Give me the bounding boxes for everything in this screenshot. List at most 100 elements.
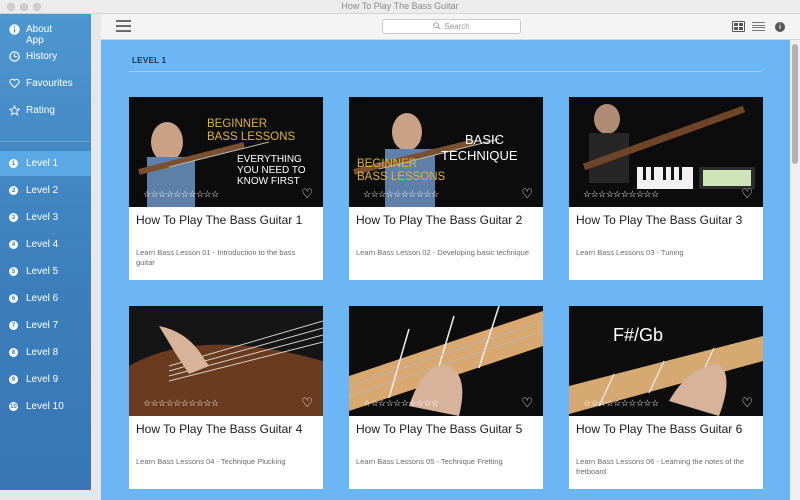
sidebar-item-level-9[interactable]: 9 Level 9 — [0, 367, 91, 392]
card-description: Learn Bass Lessons 04 - Technique Plucki… — [136, 457, 286, 466]
card-description: Learn Bass Lessons 06 - Learning the not… — [576, 457, 745, 476]
main-content: LEVEL 1 BEGINNER BASS LESSONS EVERYTHING… — [101, 40, 790, 500]
sidebar-item-level-6[interactable]: 6 Level 6 — [0, 286, 91, 311]
card-description: Learn Bass Lesson 02 - Developing basic … — [356, 248, 530, 257]
lesson-card-2[interactable]: BASIC TECHNIQUE BEGINNER BASS LESSONS ☆☆… — [349, 97, 543, 280]
sidebar-item-level-3[interactable]: 3 Level 3 — [0, 205, 91, 230]
favourite-heart-icon[interactable]: ♡ — [521, 395, 533, 411]
sidebar-item-label: Level 2 — [26, 185, 59, 196]
app-window: How To Play The Bass Guitar About App Hi… — [0, 0, 800, 500]
rating-stars[interactable]: ☆☆☆☆☆☆☆☆☆☆ — [363, 398, 439, 409]
sidebar-item-label: Level 5 — [26, 266, 59, 277]
sidebar-item-level-2[interactable]: 2 Level 2 — [0, 178, 91, 203]
sidebar-item-history[interactable]: History — [0, 49, 91, 75]
card-title: How To Play The Bass Guitar 6 — [576, 422, 743, 436]
rating-stars[interactable]: ☆☆☆☆☆☆☆☆☆☆ — [583, 398, 659, 409]
sidebar-item-level-10[interactable]: 10 Level 10 — [0, 394, 91, 419]
level-number-badge: 10 — [9, 402, 18, 411]
lesson-card-1[interactable]: BEGINNER BASS LESSONS EVERYTHING YOU NEE… — [129, 97, 323, 280]
sidebar-item-level-5[interactable]: 5 Level 5 — [0, 259, 91, 284]
lesson-thumbnail: ☆☆☆☆☆☆☆☆☆☆ ♡ — [569, 97, 763, 207]
lesson-thumbnail: BASIC TECHNIQUE BEGINNER BASS LESSONS ☆☆… — [349, 97, 543, 207]
level-number-badge: 7 — [9, 321, 18, 330]
thumbnail-text: BASS LESSONS — [207, 131, 296, 143]
thumbnail-text: F#/Gb — [613, 325, 664, 345]
sidebar-item-label: Level 10 — [26, 401, 64, 412]
sidebar-item-label: Level 3 — [26, 212, 59, 223]
lesson-thumbnail: F#/Gb ☆☆☆☆☆☆☆☆☆☆ ♡ — [569, 306, 763, 416]
level-number-badge: 2 — [9, 186, 18, 195]
title-bar: How To Play The Bass Guitar — [0, 0, 800, 14]
star-icon — [9, 105, 20, 116]
lesson-card-3[interactable]: ☆☆☆☆☆☆☆☆☆☆ ♡ How To Play The Bass Guitar… — [569, 97, 763, 280]
thumbnail-text: BASS LESSONS — [357, 171, 446, 183]
sidebar: About App History Favourites Rating 1 Le… — [0, 14, 101, 500]
grid-view-icon[interactable] — [732, 21, 745, 32]
sidebar-item-level-7[interactable]: 7 Level 7 — [0, 313, 91, 338]
card-title: How To Play The Bass Guitar 1 — [136, 213, 303, 227]
lesson-thumbnail: BEGINNER BASS LESSONS EVERYTHING YOU NEE… — [129, 97, 323, 207]
level-number-badge: 5 — [9, 267, 18, 276]
sidebar-item-about-app[interactable]: About App — [0, 22, 91, 48]
favourite-heart-icon[interactable]: ♡ — [301, 186, 313, 202]
clock-icon — [9, 51, 20, 62]
heart-icon — [9, 78, 20, 89]
sidebar-item-label: Rating — [26, 105, 55, 116]
sidebar-item-label: About App — [26, 24, 53, 46]
favourite-heart-icon[interactable]: ♡ — [741, 395, 753, 411]
level-number-badge: 3 — [9, 213, 18, 222]
thumbnail-text: EVERYTHING — [237, 154, 302, 165]
lesson-card-4[interactable]: ☆☆☆☆☆☆☆☆☆☆ ♡ How To Play The Bass Guitar… — [129, 306, 323, 489]
lesson-card-5[interactable]: ☆☆☆☆☆☆☆☆☆☆ ♡ How To Play The Bass Guitar… — [349, 306, 543, 489]
favourite-heart-icon[interactable]: ♡ — [741, 186, 753, 202]
section-divider — [129, 71, 762, 72]
sidebar-item-label: Level 9 — [26, 374, 59, 385]
info-icon[interactable]: i — [775, 22, 785, 32]
card-title: How To Play The Bass Guitar 5 — [356, 422, 523, 436]
card-title: How To Play The Bass Guitar 4 — [136, 422, 303, 436]
card-description: Learn Bass Lessons 03 - Tuning — [576, 248, 684, 257]
rating-stars[interactable]: ☆☆☆☆☆☆☆☆☆☆ — [143, 189, 219, 200]
card-description: Learn Bass Lessons 05 - Technique Fretti… — [356, 457, 503, 466]
favourite-heart-icon[interactable]: ♡ — [301, 395, 313, 411]
sidebar-item-label: Level 8 — [26, 347, 59, 358]
thumbnail-text: BEGINNER — [357, 158, 418, 170]
vertical-scrollbar[interactable] — [790, 40, 800, 500]
sidebar-panel: About App History Favourites Rating 1 Le… — [0, 14, 91, 490]
section-title: LEVEL 1 — [132, 56, 167, 65]
rating-stars[interactable]: ☆☆☆☆☆☆☆☆☆☆ — [583, 189, 659, 200]
sidebar-item-level-8[interactable]: 8 Level 8 — [0, 340, 91, 365]
level-number-badge: 8 — [9, 348, 18, 357]
level-number-badge: 4 — [9, 240, 18, 249]
sidebar-item-rating[interactable]: Rating — [0, 103, 91, 129]
sidebar-item-favourites[interactable]: Favourites — [0, 76, 91, 102]
favourite-heart-icon[interactable]: ♡ — [521, 186, 533, 202]
search-icon — [433, 21, 441, 32]
lesson-card-6[interactable]: F#/Gb ☆☆☆☆☆☆☆☆☆☆ ♡ How To Play The Bass … — [569, 306, 763, 489]
search-placeholder: Search — [444, 22, 470, 31]
level-number-badge: 6 — [9, 294, 18, 303]
sidebar-divider — [0, 141, 91, 142]
scrollbar-thumb[interactable] — [792, 44, 798, 164]
search-input[interactable]: Search — [382, 19, 521, 34]
thumbnail-text: KNOW FIRST — [237, 176, 300, 187]
lesson-thumbnail: ☆☆☆☆☆☆☆☆☆☆ ♡ — [129, 306, 323, 416]
list-view-icon[interactable] — [752, 21, 765, 32]
rating-stars[interactable]: ☆☆☆☆☆☆☆☆☆☆ — [363, 189, 439, 200]
info-icon — [9, 24, 20, 35]
thumbnail-text: BEGINNER — [207, 118, 268, 130]
menu-icon[interactable] — [116, 20, 131, 32]
rating-stars[interactable]: ☆☆☆☆☆☆☆☆☆☆ — [143, 398, 219, 409]
window-title: How To Play The Bass Guitar — [341, 1, 459, 11]
card-title: How To Play The Bass Guitar 3 — [576, 213, 743, 227]
level-number-badge: 1 — [9, 159, 18, 168]
thumbnail-text: BASIC — [465, 132, 505, 147]
sidebar-item-label: Level 7 — [26, 320, 59, 331]
sidebar-item-label: Level 4 — [26, 239, 59, 250]
toolbar: Search i — [101, 14, 800, 40]
card-description: Learn Bass Lesson 01 - Introduction to t… — [136, 248, 296, 267]
sidebar-item-level-1[interactable]: 1 Level 1 — [0, 151, 91, 176]
lesson-thumbnail: ☆☆☆☆☆☆☆☆☆☆ ♡ — [349, 306, 543, 416]
sidebar-item-level-4[interactable]: 4 Level 4 — [0, 232, 91, 257]
sidebar-item-label: Level 1 — [26, 158, 59, 169]
